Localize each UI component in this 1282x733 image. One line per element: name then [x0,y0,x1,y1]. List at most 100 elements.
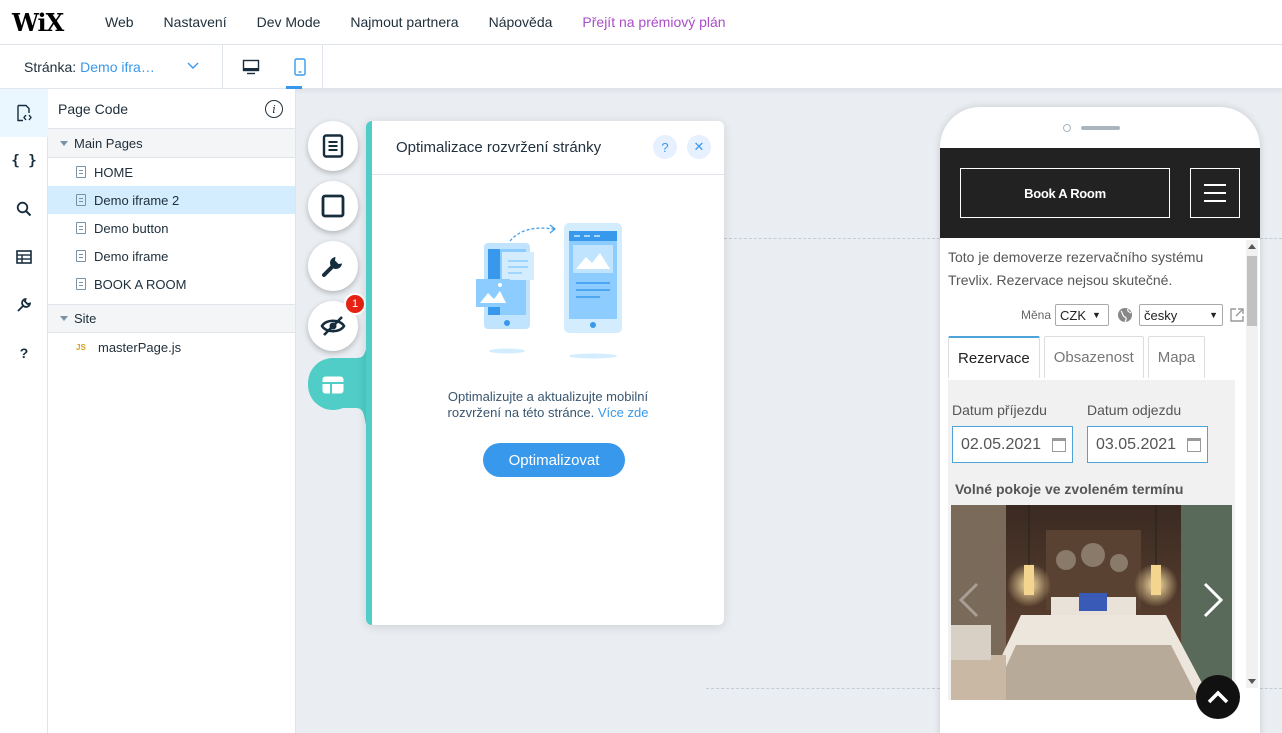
tab-reservation[interactable]: Rezervace [948,336,1040,378]
iframe-scrollbar[interactable] [1246,240,1258,688]
page-layout-icon [322,134,344,158]
room-photo-carousel[interactable] [951,505,1232,700]
external-link-icon[interactable] [1229,307,1245,323]
tool-hidden-elements-button[interactable]: 1 [308,293,366,351]
free-rooms-heading: Volné pokoje ve zvoleném termínu [955,481,1184,497]
wrench-icon [322,257,342,277]
menu-web[interactable]: Web [105,14,134,30]
editor-subbar: Stránka: Demo ifra… [0,44,1282,89]
learn-more-link[interactable]: Více zde [598,405,649,420]
menu-hire-partner[interactable]: Najmout partnera [350,14,458,30]
tool-settings-button[interactable] [308,241,358,291]
opt-description: Optimalizujte a aktualizujte mobilní roz… [372,389,724,421]
tab-occupancy[interactable]: Obsazenost [1043,336,1144,378]
scroll-to-top-button[interactable] [1196,675,1240,719]
file-item-masterpage[interactable]: JS masterPage.js [48,333,295,361]
calendar-icon[interactable] [1187,438,1201,452]
page-item-demo-button[interactable]: Demo button [48,214,295,242]
booking-form: Datum příjezdu 02.05.2021 Datum odjezdu … [948,380,1235,700]
opt-panel-header: Optimalizace rozvržení stránky ? ✕ [372,121,724,175]
mobile-optimization-panel: Optimalizace rozvržení stránky ? ✕ Optim… [366,121,724,625]
left-tool-rail: { } ? [0,89,48,733]
page-icon [76,250,86,262]
optimize-button[interactable]: Optimalizovat [483,443,625,477]
canvas-guide-top [724,238,940,239]
mobile-view-button[interactable] [278,45,322,89]
hamburger-menu-icon[interactable] [1190,168,1240,218]
collapse-triangle-icon [60,140,68,146]
rail-tools-button[interactable] [0,281,48,329]
scroll-down-arrow-icon[interactable] [1248,679,1256,684]
layout-template-icon [322,376,344,394]
page-selector[interactable]: Stránka: Demo ifra… [0,44,223,89]
rail-code-files-button[interactable]: { } [0,137,48,185]
page-selector-value: Demo ifra… [80,58,155,75]
phone-speaker [1081,126,1120,130]
mobile-icon [294,57,306,76]
mobile-preview-phone: Book A Room Toto je demoverze rezervační… [940,107,1260,733]
wix-logo[interactable]: WiX [12,8,92,37]
carousel-next-arrow-icon[interactable] [1201,580,1227,620]
page-item-book-a-room[interactable]: BOOK A ROOM [48,270,295,298]
page-item-label: Demo button [94,220,169,236]
square-frame-icon [321,194,345,218]
arrival-date-value: 02.05.2021 [961,435,1042,453]
site-header: Book A Room [940,148,1260,238]
currency-language-row: Měna CZK ▼ česky ▼ [940,304,1245,326]
top-bar: WiX Web Nastavení Dev Mode Najmout partn… [0,0,1282,45]
language-select[interactable]: česky ▼ [1139,304,1223,326]
page-item-demo-iframe-2[interactable]: Demo iframe 2 [48,186,295,214]
booking-tabs: Rezervace Obsazenost Mapa [948,336,1238,380]
page-code-panel: Page Code i Main Pages HOME Demo iframe … [48,89,296,733]
table-icon [16,250,32,264]
departure-date-value: 03.05.2021 [1096,435,1177,453]
section-main-pages-label: Main Pages [74,135,143,151]
site-iframe: Toto je demoverze rezervačního systému T… [940,238,1260,700]
device-toggle [223,44,323,89]
menu-upgrade-premium[interactable]: Přejít na prémiový plán [582,14,725,30]
currency-select[interactable]: CZK ▼ [1055,304,1109,326]
page-item-home[interactable]: HOME [48,158,295,186]
info-icon[interactable]: i [265,100,283,118]
demo-intro-text: Toto je demoverze rezervačního systému T… [948,249,1204,288]
tool-layout-button[interactable] [308,181,358,231]
currency-value: CZK [1060,307,1086,323]
rail-search-button[interactable] [0,185,48,233]
chevron-down-icon [187,62,199,69]
section-main-pages[interactable]: Main Pages [48,129,295,158]
js-file-icon: JS [76,342,86,352]
rail-help-button[interactable]: ? [0,329,48,377]
search-icon [16,201,32,217]
section-site[interactable]: Site [48,304,295,333]
tool-mobile-optimize-button[interactable] [308,360,358,410]
menu-help[interactable]: Nápověda [489,14,553,30]
desktop-view-button[interactable] [223,45,278,89]
globe-icon [1118,308,1132,323]
departure-date-input[interactable]: 03.05.2021 [1087,426,1208,463]
page-item-label: Demo iframe [94,248,169,264]
file-item-label: masterPage.js [98,339,182,355]
arrival-date-input[interactable]: 02.05.2021 [952,426,1073,463]
tab-map[interactable]: Mapa [1147,336,1206,378]
page-selector-label: Stránka: [24,58,77,75]
tool-pages-button[interactable] [308,121,358,171]
page-item-demo-iframe[interactable]: Demo iframe [48,242,295,270]
curly-braces-icon: { } [11,153,37,169]
scroll-thumb[interactable] [1247,256,1257,326]
rail-database-button[interactable] [0,233,48,281]
scroll-up-arrow-icon[interactable] [1248,244,1256,249]
canvas-guide-bottom [706,688,940,689]
book-a-room-button[interactable]: Book A Room [960,168,1170,218]
help-button[interactable]: ? [653,135,677,159]
carousel-prev-arrow-icon[interactable] [955,580,981,620]
panel-title: Page Code [58,100,129,117]
menu-settings[interactable]: Nastavení [164,14,227,30]
currency-label: Měna [1020,308,1051,322]
canvas-guide-bottom-right [1260,688,1282,689]
rail-page-code-button[interactable] [0,89,48,137]
menu-dev-mode[interactable]: Dev Mode [257,14,321,30]
calendar-icon[interactable] [1052,438,1066,452]
opt-description-line2: rozvržení na této stránce. [447,405,595,420]
page-item-label: Demo iframe 2 [94,192,180,208]
close-button[interactable]: ✕ [687,135,711,159]
